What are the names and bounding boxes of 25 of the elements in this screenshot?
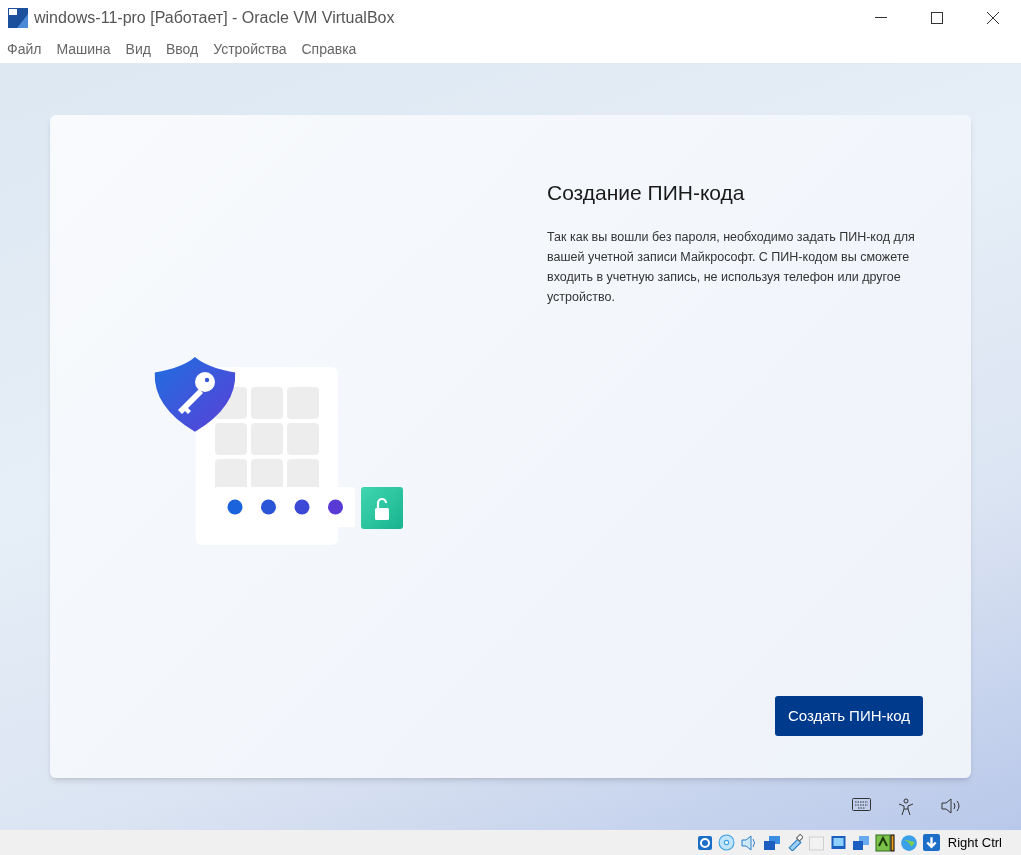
create-pin-button[interactable]: Создать ПИН-код — [774, 696, 923, 736]
window-title: windows-11-pro [Работает] - Oracle VM VirtualBox — [34, 8, 395, 28]
optical-disc-icon[interactable] — [717, 834, 735, 851]
network-icon[interactable] — [762, 834, 781, 851]
menu-item[interactable]: Устройства — [213, 39, 287, 60]
setup-description: Так как вы вошли без пароля, необходимо задать ПИН-код для вашей учетной записи Майкрософт. С ПИН-кодом вы сможете входить в учетную запись, не используя телефон или другое устройство. — [547, 228, 916, 306]
menu-item[interactable]: Справка — [301, 39, 357, 60]
menu-item[interactable]: Вид — [125, 39, 151, 60]
app-logo-icon — [8, 8, 28, 28]
maximize-icon — [931, 12, 943, 24]
menu-item[interactable]: Ввод — [165, 39, 199, 60]
keyboard-icon[interactable] — [852, 798, 871, 811]
close-icon — [987, 12, 999, 24]
menu-item[interactable]: Файл — [7, 39, 42, 60]
accessibility-icon[interactable] — [898, 798, 914, 816]
host-key-label: Right Ctrl — [947, 833, 1002, 852]
setup-heading: Создание ПИН-кода — [547, 180, 746, 206]
minimize-icon — [875, 17, 887, 19]
disk-icon[interactable] — [696, 834, 713, 851]
monitor-icon[interactable] — [829, 834, 847, 851]
volume-icon[interactable] — [941, 798, 961, 814]
menu-item[interactable]: Машина — [56, 39, 111, 60]
speaker-icon[interactable] — [739, 834, 758, 851]
windows-icon[interactable] — [851, 834, 870, 851]
download-arrow-icon[interactable] — [922, 834, 940, 851]
